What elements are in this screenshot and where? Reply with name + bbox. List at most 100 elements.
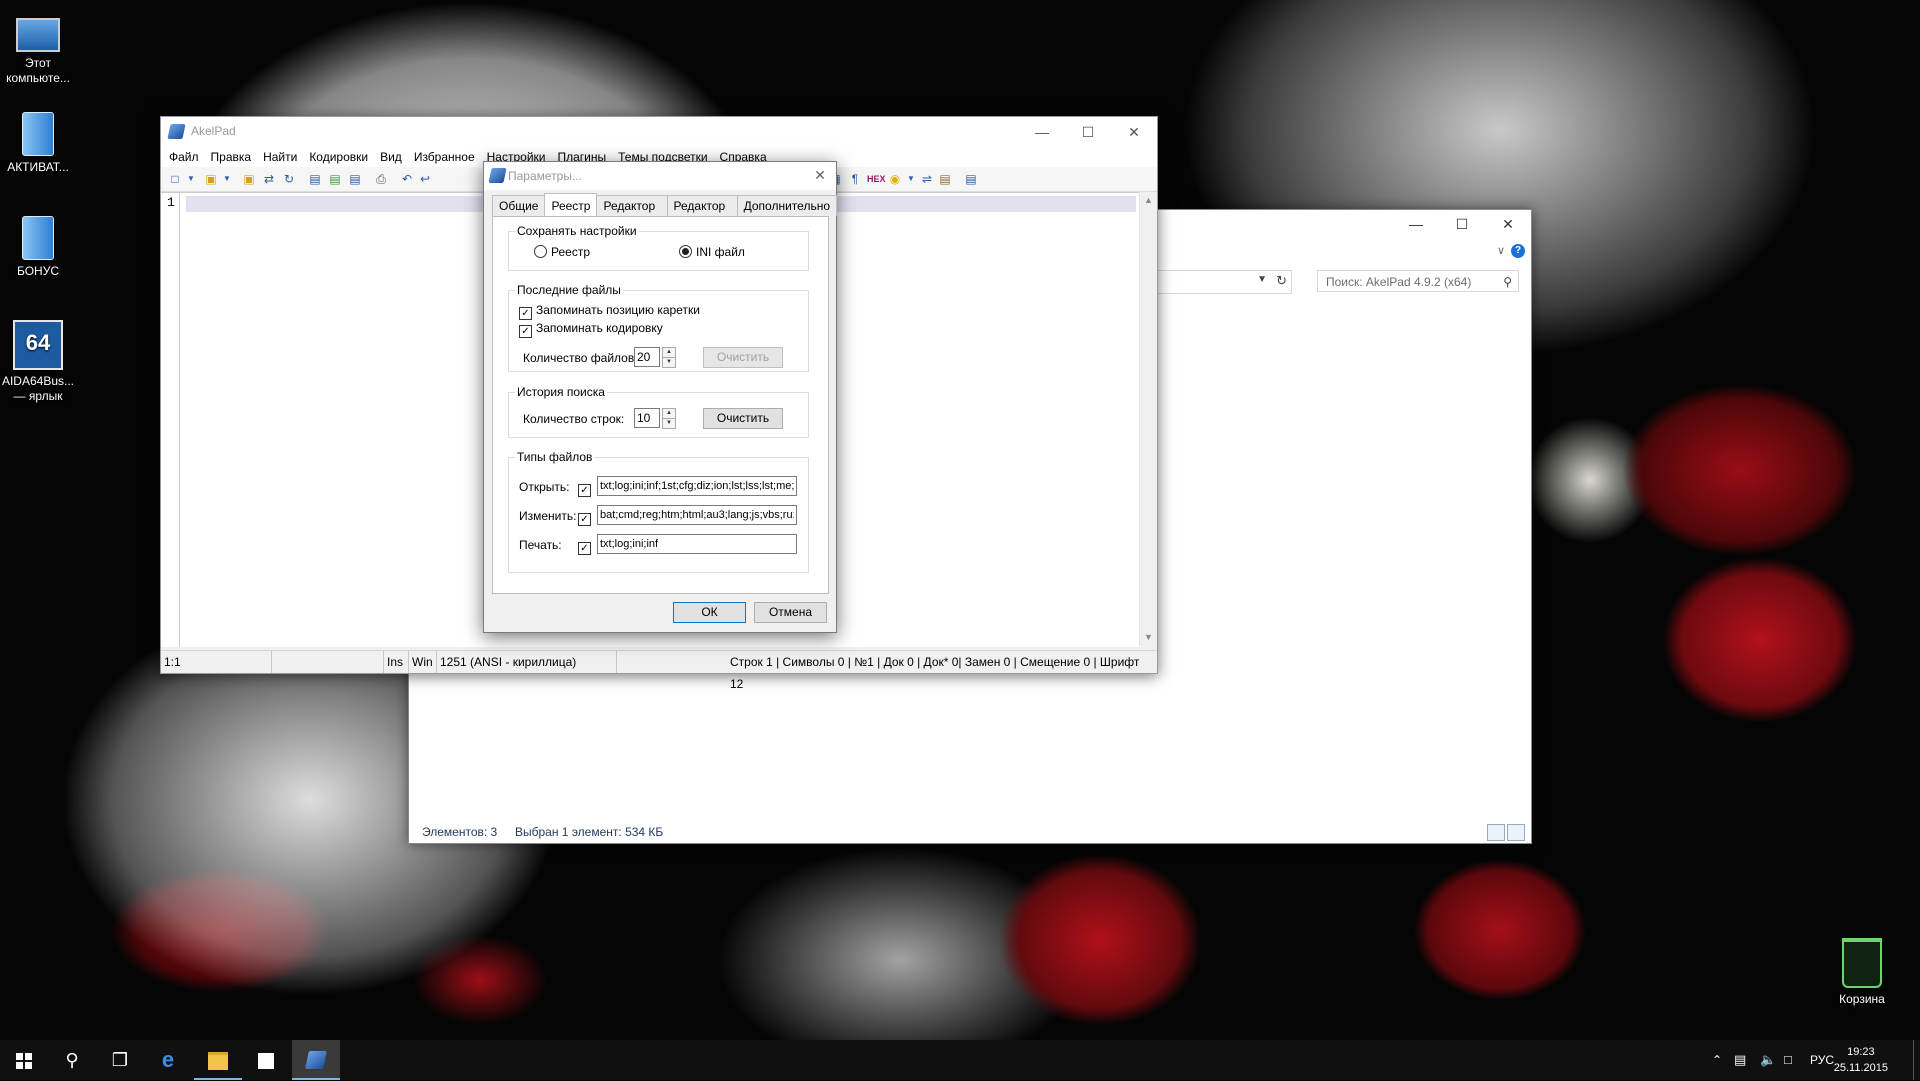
show-desktop-button[interactable]	[1913, 1040, 1920, 1080]
chevron-down-icon[interactable]: ▼	[183, 171, 199, 187]
refresh-icon[interactable]: ↻	[1276, 273, 1287, 289]
desktop-icon-this-pc[interactable]: Этот компьюте...	[0, 10, 78, 86]
taskbar-explorer[interactable]	[194, 1040, 242, 1080]
large-icons-view-icon[interactable]	[1507, 824, 1525, 841]
menu-view[interactable]: Вид	[374, 147, 408, 167]
chevron-down-icon[interactable]: ▼	[219, 171, 235, 187]
print-icon[interactable]: ⎙	[373, 171, 389, 187]
clear-search-history-button[interactable]: Очистить	[703, 408, 783, 429]
details-view-icon[interactable]	[1487, 824, 1505, 841]
help-icon[interactable]: ?	[1511, 244, 1525, 258]
taskbar-store[interactable]	[242, 1040, 290, 1080]
desktop-icon-activator[interactable]: АКТИВАТ...	[0, 112, 78, 175]
status-item-count: Элементов: 3	[422, 825, 498, 839]
pilcrow-icon[interactable]: ¶	[847, 171, 863, 187]
desktop-icon-bonus[interactable]: БОНУС	[0, 216, 78, 279]
clock[interactable]: 19:23 25.11.2015	[1834, 1044, 1888, 1076]
chevron-down-icon[interactable]: ▼	[1257, 274, 1267, 285]
files-count-input[interactable]	[634, 347, 660, 367]
chevron-down-icon[interactable]: ▼	[903, 171, 919, 187]
menu-find[interactable]: Найти	[257, 147, 303, 167]
network-icon[interactable]: ▤	[1734, 1040, 1746, 1080]
desktop-icon-recycle-bin[interactable]: Корзина	[1822, 938, 1902, 1007]
dialog-titlebar[interactable]: Параметры... ✕	[484, 162, 836, 190]
status-insert-mode[interactable]: Ins	[384, 651, 409, 673]
menu-favorites[interactable]: Избранное	[408, 147, 481, 167]
akelpad-titlebar[interactable]: AkelPad — ☐ ✕	[161, 117, 1157, 147]
clear-recent-files-button[interactable]: Очистить	[703, 347, 783, 368]
status-codepage[interactable]: 1251 (ANSI - кириллица)	[437, 651, 617, 673]
maximize-button[interactable]: ☐	[1439, 210, 1485, 238]
lines-count-spinner[interactable]: ▲ ▼	[634, 408, 676, 429]
scroll-up-icon[interactable]: ▲	[1140, 192, 1157, 209]
search-input[interactable]: Поиск: AkelPad 4.9.2 (x64) ⚲	[1317, 270, 1519, 292]
minimize-button[interactable]: —	[1019, 117, 1065, 147]
ok-button[interactable]: ОК	[673, 602, 746, 623]
volume-icon[interactable]: 🔈	[1760, 1040, 1776, 1080]
task-view-button[interactable]: ❐	[96, 1040, 144, 1080]
chevron-down-icon[interactable]: ∨	[1497, 244, 1505, 257]
checkbox-remember-codepage[interactable]: ✓ Запоминать кодировку	[519, 321, 663, 338]
tab-registry[interactable]: Реестр	[544, 193, 598, 216]
save-as-icon[interactable]: ▤	[327, 171, 343, 187]
action-center-icon[interactable]: □	[1784, 1040, 1792, 1080]
checkbox-open-types[interactable]: ✓	[578, 480, 595, 497]
lightbulb-icon[interactable]: ◉	[887, 171, 903, 187]
open-types-input[interactable]	[597, 476, 797, 496]
menu-encodings[interactable]: Кодировки	[303, 147, 374, 167]
undo-icon[interactable]: ↩	[417, 171, 433, 187]
desktop-icon-aida64[interactable]: 64 AIDA64Bus... — ярлык	[0, 320, 78, 404]
settings-icon[interactable]: ▤	[963, 171, 979, 187]
input-language-indicator[interactable]: РУС	[1810, 1040, 1834, 1080]
open-folder-icon[interactable]: ▣	[241, 171, 257, 187]
maximize-button[interactable]: ☐	[1065, 117, 1111, 147]
hex-icon[interactable]: HEX	[867, 171, 886, 187]
edit-types-input[interactable]	[597, 505, 797, 525]
reload-icon[interactable]: ↻	[281, 171, 297, 187]
scroll-down-icon[interactable]: ▼	[1140, 629, 1157, 646]
status-stats: Строк 1 | Символы 0 | №1 | Док 0 | Док* …	[730, 655, 1140, 691]
open-file-icon[interactable]: ▣	[203, 171, 219, 187]
file-explorer-icon	[208, 1052, 228, 1071]
line-number-gutter: 1	[161, 193, 180, 647]
close-button[interactable]: ✕	[1485, 210, 1531, 238]
save-icon[interactable]: ▤	[307, 171, 323, 187]
status-newline[interactable]: Win	[409, 651, 437, 673]
print-types-input[interactable]	[597, 534, 797, 554]
parameters-dialog[interactable]: Параметры... ✕ Общие Реестр Редактор 1 Р…	[483, 161, 837, 633]
radio-registry[interactable]: Реестр	[534, 245, 590, 259]
close-button[interactable]: ✕	[810, 165, 830, 185]
taskbar-akelpad[interactable]	[292, 1040, 340, 1080]
start-button[interactable]	[0, 1040, 48, 1080]
taskbar-edge[interactable]: e	[144, 1040, 192, 1080]
minimize-button[interactable]: —	[1393, 210, 1439, 238]
tab-editor-1[interactable]: Редактор 1	[596, 195, 668, 233]
tab-advanced[interactable]: Дополнительно	[736, 195, 837, 216]
encoding-icon[interactable]: ⇄	[261, 171, 277, 187]
tab-editor-2[interactable]: Редактор 2	[666, 195, 738, 233]
radio-button-icon	[679, 245, 692, 258]
close-button[interactable]: ✕	[1111, 117, 1157, 147]
radio-ini-file[interactable]: INI файл	[679, 245, 745, 259]
new-file-icon[interactable]: □	[167, 171, 183, 187]
spin-down-icon[interactable]: ▼	[662, 357, 676, 368]
undo-all-icon[interactable]: ↶	[399, 171, 415, 187]
files-count-spinner[interactable]: ▲ ▼	[634, 347, 676, 368]
vertical-scrollbar[interactable]: ▲ ▼	[1139, 192, 1157, 646]
checkbox-edit-types[interactable]: ✓	[578, 509, 595, 526]
split-icon[interactable]: ⇌	[919, 171, 935, 187]
spin-down-icon[interactable]: ▼	[662, 418, 676, 429]
tab-general[interactable]: Общие	[492, 195, 546, 216]
show-hidden-icons-icon[interactable]: ⌃	[1712, 1040, 1722, 1080]
aida64-icon: 64	[13, 320, 63, 370]
cancel-button[interactable]: Отмена	[754, 602, 827, 623]
lines-count-input[interactable]	[634, 408, 660, 428]
menu-file[interactable]: Файл	[163, 147, 205, 167]
menu-edit[interactable]: Правка	[205, 147, 258, 167]
clipboard-icon[interactable]: ▤	[937, 171, 953, 187]
akelpad-icon	[305, 1051, 327, 1069]
checkbox-remember-caret[interactable]: ✓ Запоминать позицию каретки	[519, 303, 700, 320]
search-button[interactable]: ⚲	[48, 1040, 96, 1080]
save-all-icon[interactable]: ▤	[347, 171, 363, 187]
checkbox-print-types[interactable]: ✓	[578, 538, 595, 555]
